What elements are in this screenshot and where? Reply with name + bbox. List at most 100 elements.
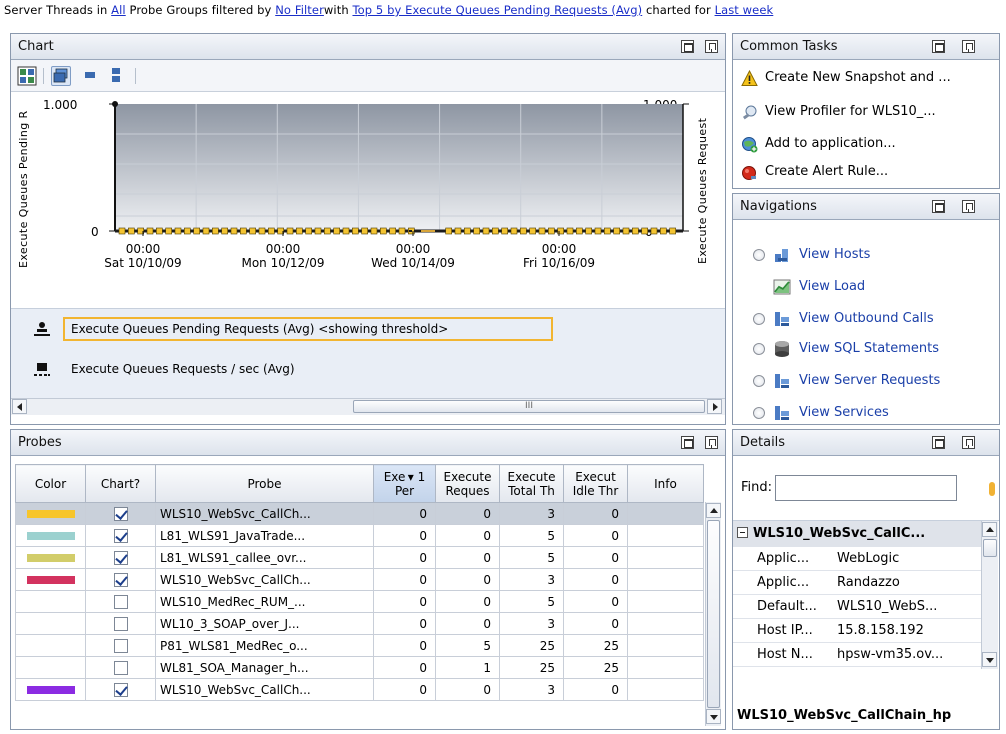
series-pending-point [324,227,331,235]
maximize-icon[interactable] [681,436,694,449]
column-header-label: Color [34,476,67,491]
color-swatch [26,575,75,584]
details-row[interactable]: Host IP... 15.8.158.192 [733,619,981,643]
info-cell [627,656,704,679]
table-row[interactable]: WL81_SOA_Manager_h... 0 1 25 25 [15,656,704,679]
table-row[interactable]: L81_WLS91_JavaTrade... 0 0 5 0 [15,524,704,547]
chart-checkbox[interactable] [113,528,128,543]
color-swatch [26,553,75,562]
axis-cap [112,101,118,107]
column-header[interactable]: Execut Idle Thr [563,464,628,503]
series-pending-point [464,227,471,235]
scroll-down-arrow[interactable] [982,652,997,667]
series-pending-point [641,227,648,235]
pending-cell: 0 [373,590,436,613]
table-row[interactable]: P81_WLS81_MedRec_o... 0 5 25 25 [15,634,704,657]
find-input[interactable] [775,475,957,501]
pin-icon[interactable] [962,40,975,53]
details-group-row[interactable]: WLS10_WebSvc_CallC... [733,521,981,547]
nav-radio[interactable] [753,407,765,419]
details-row[interactable]: Applic... WebLogic [733,547,981,571]
probe-group-link[interactable]: All [111,3,126,17]
scroll-thumb[interactable]: III [353,400,705,413]
table-row[interactable]: WLS10_WebSvc_CallCh... 0 0 3 0 [15,502,704,525]
chart-checkbox[interactable] [113,682,128,697]
chart-checkbox[interactable] [113,506,128,521]
overlay-layout-icon[interactable] [51,66,71,86]
single-layout-icon[interactable] [81,66,101,86]
details-row[interactable]: Applic... Randazzo [733,571,981,595]
details-row[interactable]: Default... WLS10_WebS... [733,595,981,619]
info-cell [627,502,704,525]
column-header[interactable]: Info [627,464,704,503]
scroll-up-arrow[interactable] [706,503,721,518]
pin-icon[interactable] [962,200,975,213]
chart-checkbox[interactable] [113,638,128,653]
nav-radio[interactable] [753,343,765,355]
table-row[interactable]: WL10_3_SOAP_over_J... 0 0 3 0 [15,612,704,635]
nav-radio[interactable] [753,375,765,387]
column-header[interactable]: Execute Reques [435,464,500,503]
maximize-icon[interactable] [932,40,945,53]
series-pending-point [333,227,340,235]
column-header[interactable]: Execute Total Th [499,464,564,503]
scroll-up-arrow[interactable] [982,522,997,537]
color-cell [15,590,86,613]
maximize-icon[interactable] [681,40,694,53]
scroll-left-arrow[interactable] [12,399,27,414]
nav-label: View Services [799,405,889,420]
details-key: Applic... [757,551,810,566]
top-n-link[interactable]: Top 5 by Execute Queues Pending Requests… [352,3,642,17]
task-label: Create New Snapshot and ... [765,70,951,85]
find-options-icon[interactable] [989,482,995,496]
common-tasks-panel: Common Tasks Create New Snapshot and ...… [732,33,1000,189]
collapse-icon[interactable] [737,527,748,538]
column-header[interactable]: Exe ▾ 1 Per [373,464,436,503]
x-tick-time: 00:00 [265,242,301,256]
details-vertical-scrollbar[interactable] [981,521,998,669]
series-pending-point [538,227,546,235]
pin-icon[interactable] [962,436,975,449]
series-pending-point [305,227,312,235]
x-tick-label: 00:00 Wed 10/14/09 [363,242,463,270]
pin-icon[interactable] [705,436,718,449]
chart-checkbox[interactable] [113,594,128,609]
legend-item-pending[interactable]: Execute Queues Pending Requests (Avg) <s… [11,315,733,345]
nav-radio[interactable] [753,249,765,261]
series-pending-point [660,227,667,235]
column-header[interactable]: Chart? [85,464,156,503]
scroll-down-arrow[interactable] [706,709,721,724]
details-row[interactable]: Host N... hpsw-vm35.ov... [733,643,981,667]
chart-checkbox[interactable] [113,616,128,631]
series-pending-point [613,227,620,235]
table-row[interactable]: WLS10_WebSvc_CallCh... 0 0 3 0 [15,678,704,701]
column-header[interactable]: Color [15,464,86,503]
thumbnail-grid-icon[interactable] [17,66,37,86]
table-row[interactable]: L81_WLS91_callee_ovr... 0 0 5 0 [15,546,704,569]
table-row[interactable]: WLS10_WebSvc_CallCh... 0 0 3 0 [15,568,704,591]
time-range-link[interactable]: Last week [715,3,774,17]
color-swatch [26,531,75,540]
chart-cell [85,524,156,547]
scroll-thumb[interactable] [707,520,720,708]
column-header-label: Exe ▾ 1 [383,469,426,484]
filter-link[interactable]: No Filter [275,3,324,17]
toolbar-separator [43,68,44,84]
column-header[interactable]: Probe [155,464,374,503]
probes-vertical-scrollbar[interactable] [705,502,721,726]
pin-icon[interactable] [705,40,718,53]
legend-item-requests[interactable]: Execute Queues Requests / sec (Avg) [11,355,733,385]
scroll-right-arrow[interactable] [707,399,722,414]
chart-checkbox[interactable] [113,550,128,565]
stacked-layout-icon[interactable] [107,66,127,86]
column-header-label: Probe [247,476,282,491]
table-row[interactable]: WLS10_MedRec_RUM_... 0 0 5 0 [15,590,704,613]
chart-checkbox[interactable] [113,660,128,675]
series-pending-point [604,227,611,235]
nav-radio[interactable] [753,313,765,325]
chart-horizontal-scrollbar[interactable]: III [11,398,725,415]
scroll-thumb[interactable] [983,539,997,557]
maximize-icon[interactable] [932,436,945,449]
chart-checkbox[interactable] [113,572,128,587]
maximize-icon[interactable] [932,200,945,213]
